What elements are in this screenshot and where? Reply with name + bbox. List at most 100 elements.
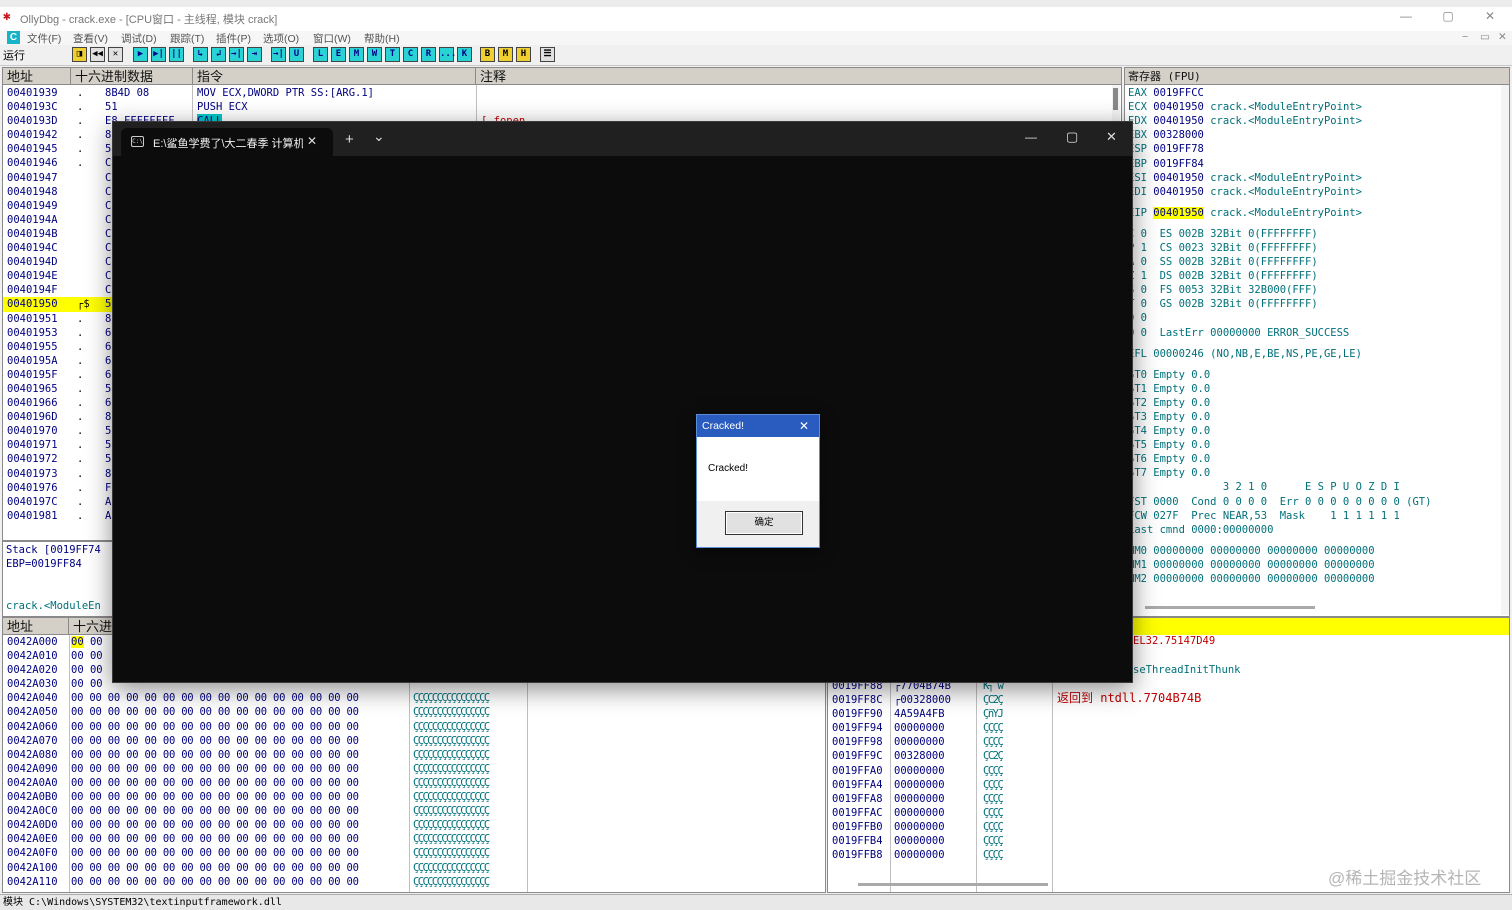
new-tab-button[interactable]: + bbox=[345, 131, 354, 148]
run-trace-window-button[interactable]: ... bbox=[439, 47, 456, 62]
segment-flag-line[interactable]: C 0 ES 002B 32Bit 0(FFFFFFFF) bbox=[1128, 227, 1318, 241]
minimize-button[interactable]: — bbox=[1386, 9, 1426, 27]
stack-hscrollbar[interactable] bbox=[858, 883, 1048, 886]
registers-scrollbar[interactable] bbox=[1501, 85, 1509, 615]
menu-view[interactable]: 查看(V) bbox=[73, 31, 108, 46]
terminal-minimize-button[interactable]: — bbox=[1025, 130, 1037, 144]
hardware-breakpoints-button[interactable]: H bbox=[516, 47, 531, 62]
fpu-register[interactable]: ST1 Empty 0.0 bbox=[1128, 382, 1210, 396]
menu-file[interactable]: 文件(F) bbox=[27, 31, 61, 46]
mmx-register[interactable]: MM1 00000000 00000000 00000000 00000000 bbox=[1128, 558, 1375, 572]
trace-over-icon[interactable]: ⇥ bbox=[247, 47, 262, 62]
breakpoints-window-button[interactable]: B bbox=[480, 47, 495, 62]
run-thread-icon[interactable]: ▶| bbox=[151, 47, 166, 62]
cpu-window-button[interactable]: C bbox=[403, 47, 418, 62]
fpu-register[interactable]: ST3 Empty 0.0 bbox=[1128, 410, 1210, 424]
column-instruction[interactable]: 指令 bbox=[193, 68, 476, 85]
menu-trace[interactable]: 跟踪(T) bbox=[170, 31, 204, 46]
fpu-register[interactable]: ST4 Empty 0.0 bbox=[1128, 424, 1210, 438]
column-hex[interactable]: 十六进制数据 bbox=[71, 68, 193, 85]
dump-row[interactable]: 0042A080 00 00 00 00 00 00 00 00 00 00 00… bbox=[3, 748, 823, 762]
open-icon[interactable]: ◨ bbox=[72, 47, 87, 62]
mdi-minimize-button[interactable]: − bbox=[1462, 31, 1468, 43]
menu-help[interactable]: 帮助(H) bbox=[364, 31, 400, 46]
message-box-close-button[interactable]: ✕ bbox=[799, 419, 809, 433]
dump-row[interactable]: 0042A0B0 00 00 00 00 00 00 00 00 00 00 00… bbox=[3, 790, 823, 804]
dump-row[interactable]: 0042A0D0 00 00 00 00 00 00 00 00 00 00 00… bbox=[3, 818, 823, 832]
fst-line[interactable]: FST 0000 Cond 0 0 0 0 Err 0 0 0 0 0 0 0 … bbox=[1128, 495, 1431, 509]
close-button[interactable]: ✕ bbox=[1470, 9, 1510, 27]
menu-debug[interactable]: 调试(D) bbox=[121, 31, 157, 46]
trace-into-icon[interactable]: →| bbox=[229, 47, 244, 62]
list-icon[interactable]: ☰ bbox=[540, 47, 555, 62]
call-stack-window-button[interactable]: K bbox=[457, 47, 472, 62]
dump-row[interactable]: 0042A050 00 00 00 00 00 00 00 00 00 00 00… bbox=[3, 705, 823, 719]
step-over-icon[interactable]: ↲ bbox=[211, 47, 226, 62]
efl-line[interactable]: EFL 00000246 (NO,NB,E,BE,NS,PE,GE,LE) bbox=[1128, 347, 1362, 361]
register-edx[interactable]: EDX 00401950 crack.<ModuleEntryPoint> bbox=[1128, 114, 1362, 128]
terminal-tab-close-button[interactable]: ✕ bbox=[307, 134, 317, 148]
dump-row[interactable]: 0042A0A0 00 00 00 00 00 00 00 00 00 00 00… bbox=[3, 776, 823, 790]
modules-window-button[interactable]: E bbox=[331, 47, 346, 62]
registers-hscrollbar[interactable] bbox=[1145, 606, 1315, 609]
dump-row[interactable]: 0042A100 00 00 00 00 00 00 00 00 00 00 00… bbox=[3, 861, 823, 875]
segment-flag-line[interactable]: O 0 LastErr 00000000 ERROR_SUCCESS bbox=[1128, 326, 1349, 340]
stack-row[interactable]: 0019FF98 00000000 ÇÇÇÇ bbox=[828, 735, 1128, 749]
stack-row[interactable]: 0019FF9C 00328000 ÇC2Ç bbox=[828, 749, 1128, 763]
fpu-bits-header[interactable]: 3 2 1 0 E S P U O Z D I bbox=[1128, 480, 1400, 494]
step-into-icon[interactable]: ↳ bbox=[193, 47, 208, 62]
terminal-tab[interactable]: C:\ E:\鲨鱼学费了\大二春季 计算机 ✕ bbox=[121, 128, 333, 156]
tab-dropdown-button[interactable]: ⌄ bbox=[373, 128, 385, 145]
references-window-button[interactable]: R bbox=[421, 47, 436, 62]
dump-row[interactable]: 0042A090 00 00 00 00 00 00 00 00 00 00 00… bbox=[3, 762, 823, 776]
stack-row[interactable]: 0019FF8C ┌00328000 ÇC2Ç bbox=[828, 693, 1128, 707]
segment-flag-line[interactable]: T 0 GS 002B 32Bit 0(FFFFFFFF) bbox=[1128, 297, 1318, 311]
dump-row[interactable]: 0042A060 00 00 00 00 00 00 00 00 00 00 00… bbox=[3, 720, 823, 734]
dump-row[interactable]: 0042A0C0 00 00 00 00 00 00 00 00 00 00 00… bbox=[3, 804, 823, 818]
menu-window[interactable]: 窗口(W) bbox=[313, 31, 351, 46]
close-process-icon[interactable]: ✕ bbox=[108, 47, 123, 62]
ok-button[interactable]: 确定 bbox=[725, 511, 803, 535]
stack-row[interactable]: 0019FFB8 00000000 ÇÇÇÇ bbox=[828, 848, 1128, 862]
segment-flag-line[interactable]: Z 1 DS 002B 32Bit 0(FFFFFFFF) bbox=[1128, 269, 1318, 283]
register-ebp[interactable]: EBP 0019FF84 bbox=[1128, 157, 1204, 171]
mdi-restore-button[interactable]: ▭ bbox=[1480, 31, 1490, 43]
dump-column-address[interactable]: 地址 bbox=[3, 618, 69, 635]
execute-till-user-icon[interactable]: U bbox=[289, 47, 304, 62]
memory-window-button[interactable]: M bbox=[349, 47, 364, 62]
memory-breakpoints-button[interactable]: M bbox=[498, 47, 513, 62]
register-edi[interactable]: EDI 00401950 crack.<ModuleEntryPoint> bbox=[1128, 185, 1362, 199]
terminal-window[interactable]: C:\ E:\鲨鱼学费了\大二春季 计算机 ✕ + ⌄ — ▢ ✕ bbox=[112, 121, 1133, 683]
stack-row[interactable]: 0019FFA4 00000000 ÇÇÇÇ bbox=[828, 778, 1128, 792]
dump-row[interactable]: 0042A0E0 00 00 00 00 00 00 00 00 00 00 00… bbox=[3, 832, 823, 846]
windows-window-button[interactable]: W bbox=[367, 47, 382, 62]
disasm-row[interactable]: 0040193C. 51 PUSH ECX bbox=[3, 100, 1111, 114]
fpu-register[interactable]: ST0 Empty 0.0 bbox=[1128, 368, 1210, 382]
register-ebx[interactable]: EBX 00328000 bbox=[1128, 128, 1204, 142]
stack-row[interactable]: 0019FF94 00000000 ÇÇÇÇ bbox=[828, 721, 1128, 735]
fpu-register[interactable]: ST5 Empty 0.0 bbox=[1128, 438, 1210, 452]
log-window-button[interactable]: L bbox=[313, 47, 328, 62]
column-address[interactable]: 地址 bbox=[3, 68, 71, 85]
execute-till-return-icon[interactable]: →| bbox=[271, 47, 286, 62]
stack-row[interactable]: 0019FFB0 00000000 ÇÇÇÇ bbox=[828, 820, 1128, 834]
dump-row[interactable]: 0042A0F0 00 00 00 00 00 00 00 00 00 00 00… bbox=[3, 846, 823, 860]
terminal-maximize-button[interactable]: ▢ bbox=[1066, 129, 1078, 145]
stack-row[interactable]: 0019FFA0 00000000 ÇÇÇÇ bbox=[828, 764, 1128, 778]
menu-options[interactable]: 选项(O) bbox=[263, 31, 299, 46]
registers-header[interactable]: 寄存器 (FPU) bbox=[1125, 68, 1509, 85]
column-comment[interactable]: 注释 bbox=[476, 68, 1121, 85]
mmx-register[interactable]: MM2 00000000 00000000 00000000 00000000 bbox=[1128, 572, 1375, 586]
menu-plugins[interactable]: 插件(P) bbox=[216, 31, 251, 46]
last-cmnd-line[interactable]: Last cmnd 0000:00000000 bbox=[1128, 523, 1273, 537]
restart-icon[interactable]: ◀◀ bbox=[90, 47, 105, 62]
fpu-register[interactable]: ST6 Empty 0.0 bbox=[1128, 452, 1210, 466]
mdi-close-button[interactable]: ✕ bbox=[1498, 31, 1507, 43]
stack-row[interactable]: 0019FFB4 00000000 ÇÇÇÇ bbox=[828, 834, 1128, 848]
run-icon[interactable]: ▶ bbox=[133, 47, 148, 62]
register-esp[interactable]: ESP 0019FF78 bbox=[1128, 142, 1204, 156]
stack-row[interactable]: 0019FFA8 00000000 ÇÇÇÇ bbox=[828, 792, 1128, 806]
pause-icon[interactable]: || bbox=[169, 47, 184, 62]
mmx-register[interactable]: MM0 00000000 00000000 00000000 00000000 bbox=[1128, 544, 1375, 558]
maximize-button[interactable]: ▢ bbox=[1428, 9, 1468, 27]
